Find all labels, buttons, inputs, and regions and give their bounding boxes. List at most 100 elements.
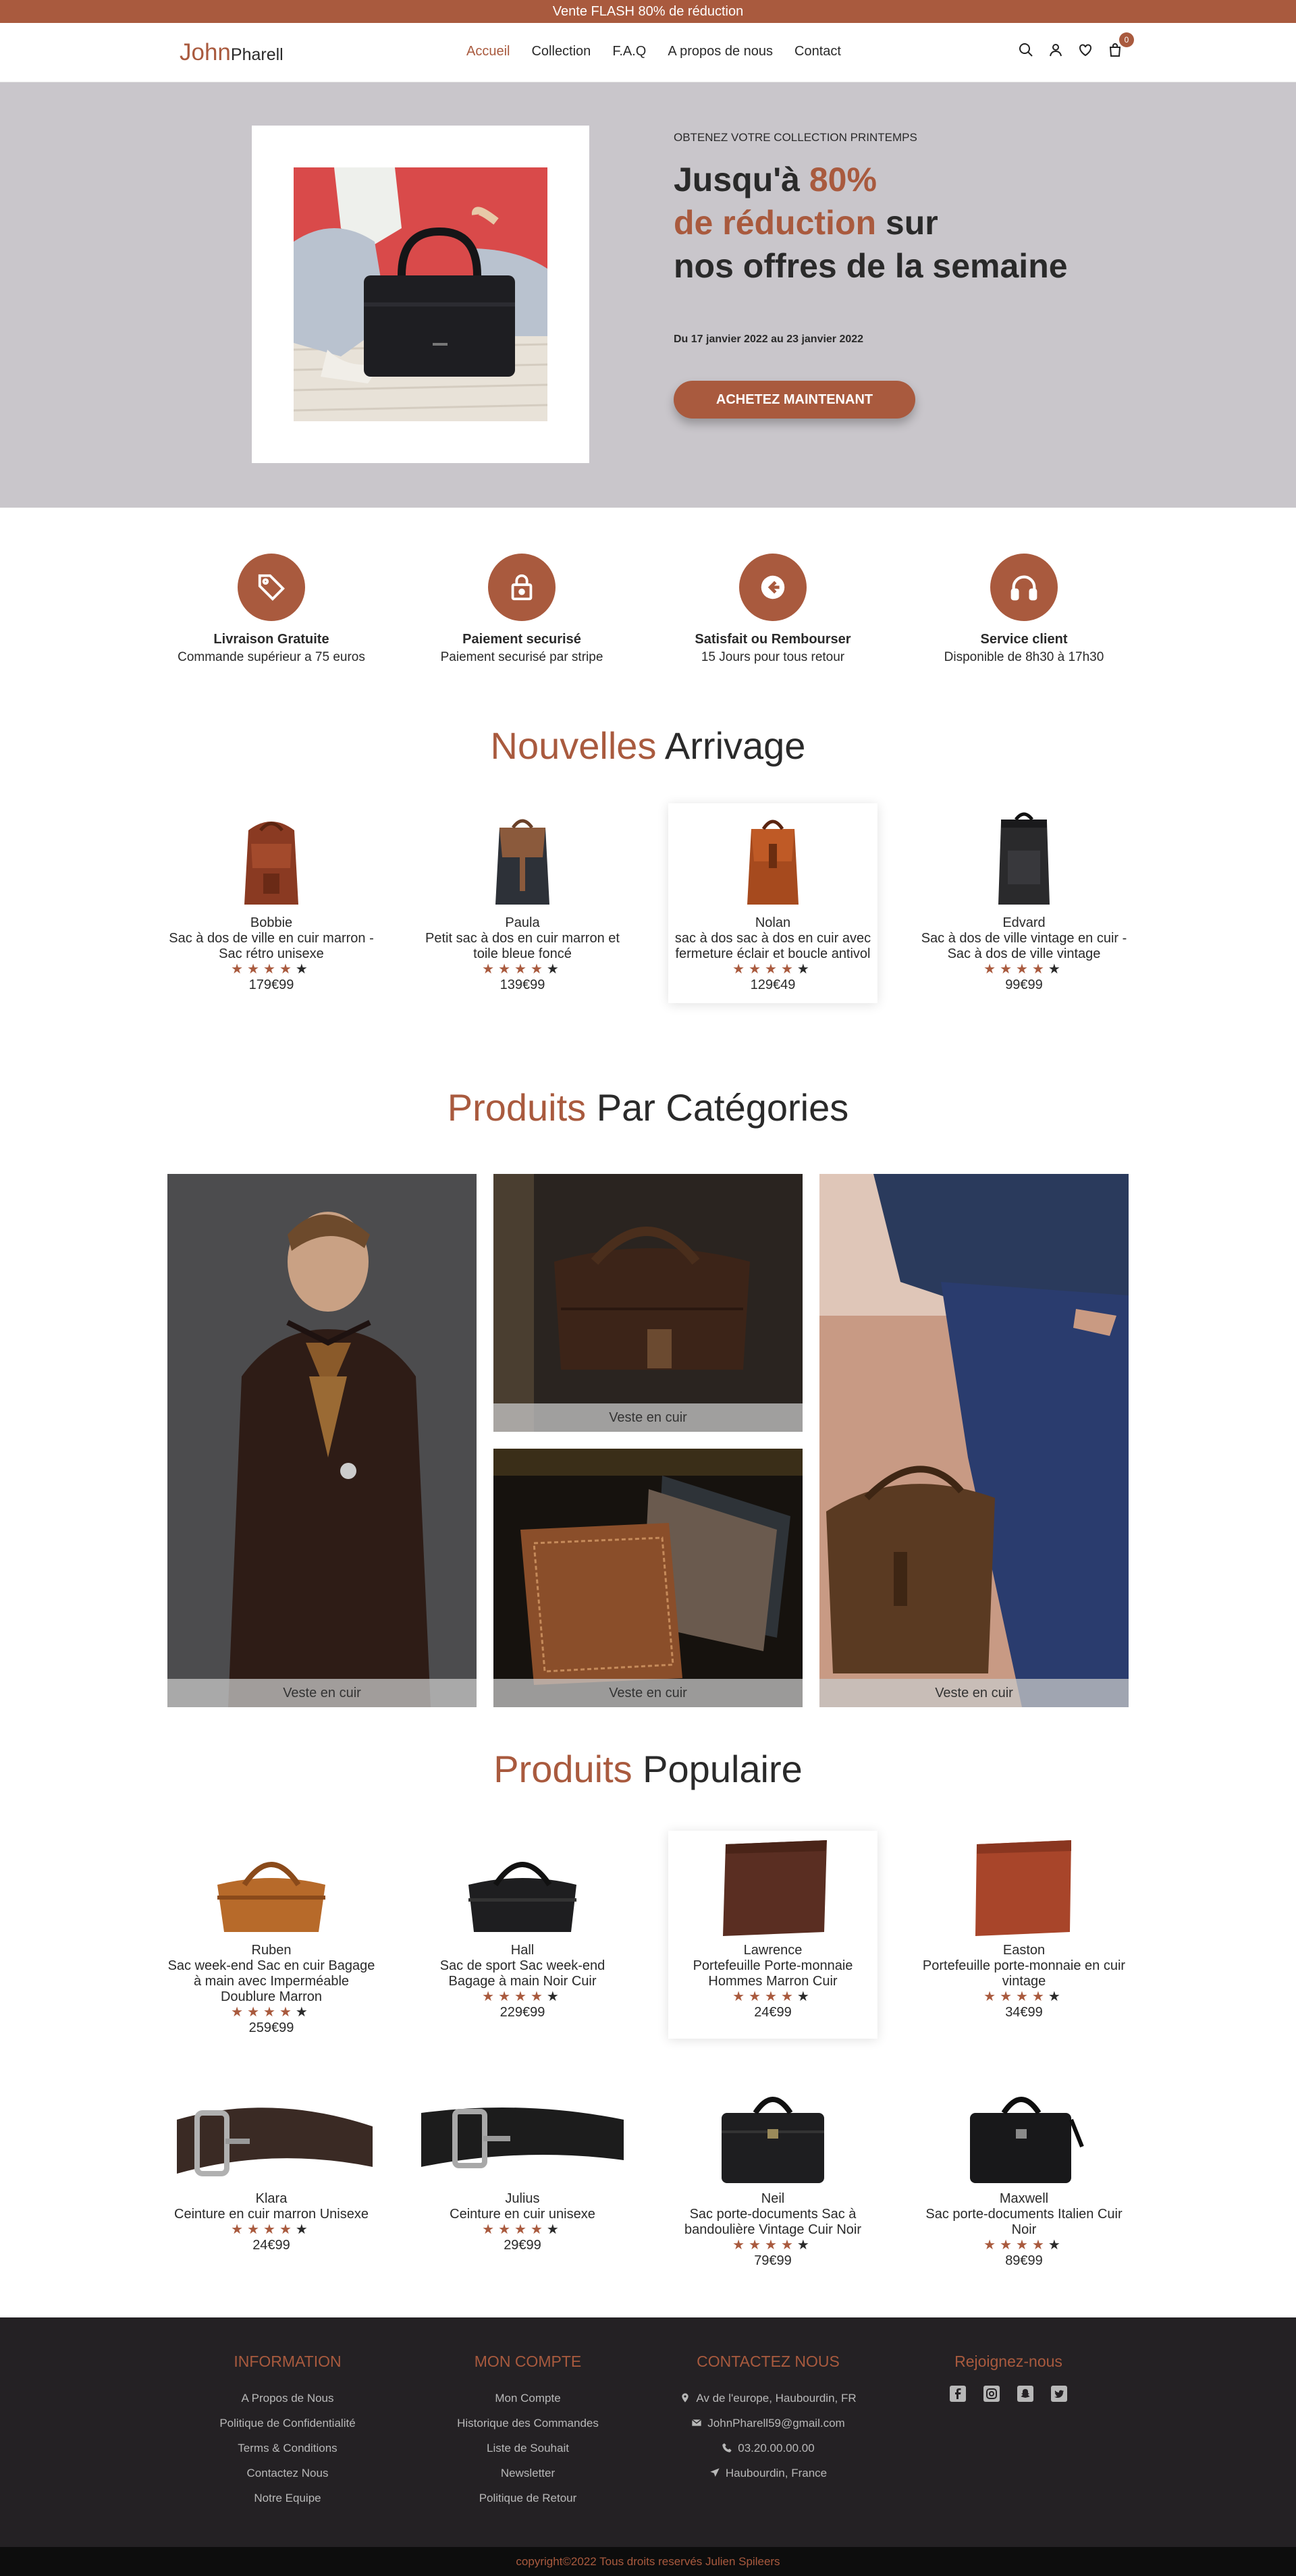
feature-subtitle: Paiement securisé par stripe	[440, 650, 603, 664]
category-tile-wallets[interactable]: Veste en cuir	[493, 1449, 803, 1707]
product-card[interactable]: Klara Ceinture en cuir marron Unisexe ★★…	[167, 2079, 376, 2253]
product-name: Lawrence	[743, 1943, 803, 1958]
main-menu: Accueil Collection F.A.Q A propos de nou…	[466, 44, 841, 59]
hero-title-line3: nos offres de la semaine	[674, 247, 1068, 285]
product-description: Ceinture en cuir marron Unisexe	[174, 2207, 369, 2222]
instagram-icon[interactable]	[983, 2386, 1000, 2402]
cart-icon[interactable]: 0	[1107, 32, 1134, 58]
product-card[interactable]: Nolan sac à dos sac à dos en cuir avec f…	[668, 803, 878, 1003]
product-price: 89€99	[1005, 2253, 1043, 2268]
feature-title: Satisfait ou Rembourser	[695, 632, 851, 647]
headphones-icon	[990, 554, 1058, 621]
footer-link[interactable]: Mon Compte	[406, 2386, 649, 2411]
footer-heading: INFORMATION	[234, 2353, 342, 2370]
product-image	[204, 1831, 339, 1939]
nav-item-contact[interactable]: Contact	[794, 44, 841, 59]
product-description: Ceinture en cuir unisexe	[450, 2207, 595, 2222]
category-tile-jacket[interactable]: Veste en cuir	[167, 1174, 477, 1707]
footer-contact-column: CONTACTEZ NOUS Av de l'europe, Haubourdi…	[647, 2353, 890, 2486]
nav-item-collection[interactable]: Collection	[531, 44, 591, 59]
footer-link[interactable]: Politique de Confidentialité	[166, 2411, 409, 2436]
send-icon	[710, 2468, 720, 2477]
hero-kicker: OBTENEZ VOTRE COLLECTION PRINTEMPS	[674, 131, 917, 144]
product-card[interactable]: Maxwell Sac porte-documents Italien Cuir…	[919, 2079, 1129, 2269]
footer-phone[interactable]: 03.20.00.00.00	[647, 2436, 890, 2461]
footer-social-column: Rejoignez-nous	[887, 2353, 1130, 2402]
nav-item-accueil[interactable]: Accueil	[466, 44, 510, 59]
hero-image-frame	[252, 126, 589, 463]
footer-heading: CONTACTEZ NOUS	[697, 2353, 840, 2370]
product-name: Maxwell	[999, 2191, 1049, 2206]
product-name: Paula	[505, 915, 540, 930]
tag-icon	[238, 554, 305, 621]
rating-stars: ★★★★★	[231, 2222, 312, 2237]
hero-title: Jusqu'à 80% de réduction sur nos offres …	[674, 158, 1068, 288]
footer-link[interactable]: Historique des Commandes	[406, 2411, 649, 2436]
category-tile-travel-bag[interactable]: Veste en cuir	[493, 1174, 803, 1432]
product-card[interactable]: Easton Portefeuille porte-monnaie en cui…	[919, 1831, 1129, 2020]
product-price: 129€49	[750, 977, 796, 992]
product-description: Petit sac à dos en cuir marron et toile …	[425, 931, 620, 961]
rating-stars: ★★★★★	[732, 2238, 813, 2253]
footer-link[interactable]: Politique de Retour	[406, 2486, 649, 2511]
feature-subtitle: Commande supérieur a 75 euros	[178, 650, 365, 664]
feature-title: Livraison Gratuite	[213, 632, 329, 647]
product-card[interactable]: Paula Petit sac à dos en cuir marron et …	[418, 803, 627, 993]
rating-stars: ★★★★★	[983, 962, 1064, 977]
cart-count-badge: 0	[1119, 32, 1134, 47]
product-name: Nolan	[755, 915, 791, 930]
rating-stars: ★★★★★	[983, 1989, 1064, 2004]
product-card[interactable]: Neil Sac porte-documents Sac à bandouliè…	[668, 2079, 878, 2269]
category-label: Veste en cuir	[167, 1679, 477, 1707]
rating-stars: ★★★★★	[231, 2005, 312, 2020]
hero-title-line1a: Jusqu'à	[674, 161, 809, 198]
map-pin-icon	[682, 2393, 689, 2403]
twitter-icon[interactable]	[1051, 2386, 1067, 2402]
footer-link[interactable]: A Propos de Nous	[166, 2386, 409, 2411]
search-icon[interactable]	[1018, 42, 1034, 58]
product-image	[705, 803, 840, 911]
category-label: Veste en cuir	[819, 1679, 1129, 1707]
footer-address: Av de l'europe, Haubourdin, FR	[647, 2386, 890, 2411]
facebook-icon[interactable]	[950, 2386, 966, 2402]
product-description: Portefeuille porte-monnaie en cuir vinta…	[922, 1958, 1126, 1989]
snapchat-icon[interactable]	[1017, 2386, 1033, 2402]
footer-link[interactable]: Terms & Conditions	[166, 2436, 409, 2461]
product-image	[170, 2079, 373, 2187]
product-card[interactable]: Ruben Sac week-end Sac en cuir Bagage à …	[167, 1831, 376, 2036]
product-card[interactable]: Lawrence Portefeuille Porte-monnaie Homm…	[668, 1831, 878, 2039]
product-card[interactable]: Hall Sac de sport Sac week-end Bagage à …	[418, 1831, 627, 2020]
user-icon[interactable]	[1048, 42, 1064, 58]
product-image	[705, 2079, 840, 2187]
shop-now-button[interactable]: ACHETEZ MAINTENANT	[674, 381, 915, 419]
nav-item-faq[interactable]: F.A.Q	[612, 44, 646, 59]
product-price: 24€99	[754, 2005, 792, 2020]
flash-sale-banner: Vente FLASH 80% de réduction	[0, 0, 1296, 23]
category-tile-backpack[interactable]: Veste en cuir	[819, 1174, 1129, 1707]
footer-account-column: MON COMPTE Mon Compte Historique des Com…	[406, 2353, 649, 2511]
product-description: Sac week-end Sac en cuir Bagage à main a…	[167, 1958, 375, 2004]
logo[interactable]: JohnPharell	[180, 39, 284, 66]
copyright: copyright©2022 Tous droits reservés Juli…	[0, 2547, 1296, 2576]
product-image	[455, 803, 590, 911]
footer-link[interactable]: Notre Equipe	[166, 2486, 409, 2511]
product-description: sac à dos sac à dos en cuir avec fermetu…	[674, 931, 871, 961]
product-card[interactable]: Julius Ceinture en cuir unisexe ★★★★★ 29…	[418, 2079, 627, 2253]
footer-link[interactable]: Newsletter	[406, 2461, 649, 2486]
footer-link[interactable]: Liste de Souhait	[406, 2436, 649, 2461]
product-description: Sac à dos de ville vintage en cuir - Sac…	[921, 931, 1127, 961]
product-card[interactable]: Bobbie Sac à dos de ville en cuir marron…	[167, 803, 376, 993]
categories-title: Produits Par Catégories	[447, 1086, 849, 1129]
nav-item-about[interactable]: A propos de nous	[668, 44, 773, 59]
phone-icon	[722, 2443, 732, 2452]
product-name: Neil	[761, 2191, 785, 2206]
product-card[interactable]: Edvard Sac à dos de ville vintage en cui…	[919, 803, 1129, 993]
heart-icon[interactable]	[1077, 42, 1094, 58]
product-name: Easton	[1002, 1943, 1046, 1958]
product-name: Edvard	[1002, 915, 1046, 930]
hero-title-discount: 80%	[809, 161, 877, 198]
product-price: 99€99	[1005, 977, 1043, 992]
footer-link[interactable]: Contactez Nous	[166, 2461, 409, 2486]
footer-email[interactable]: JohnPharell59@gmail.com	[647, 2411, 890, 2436]
feature-support: Service client Disponible de 8h30 à 17h3…	[909, 554, 1139, 665]
